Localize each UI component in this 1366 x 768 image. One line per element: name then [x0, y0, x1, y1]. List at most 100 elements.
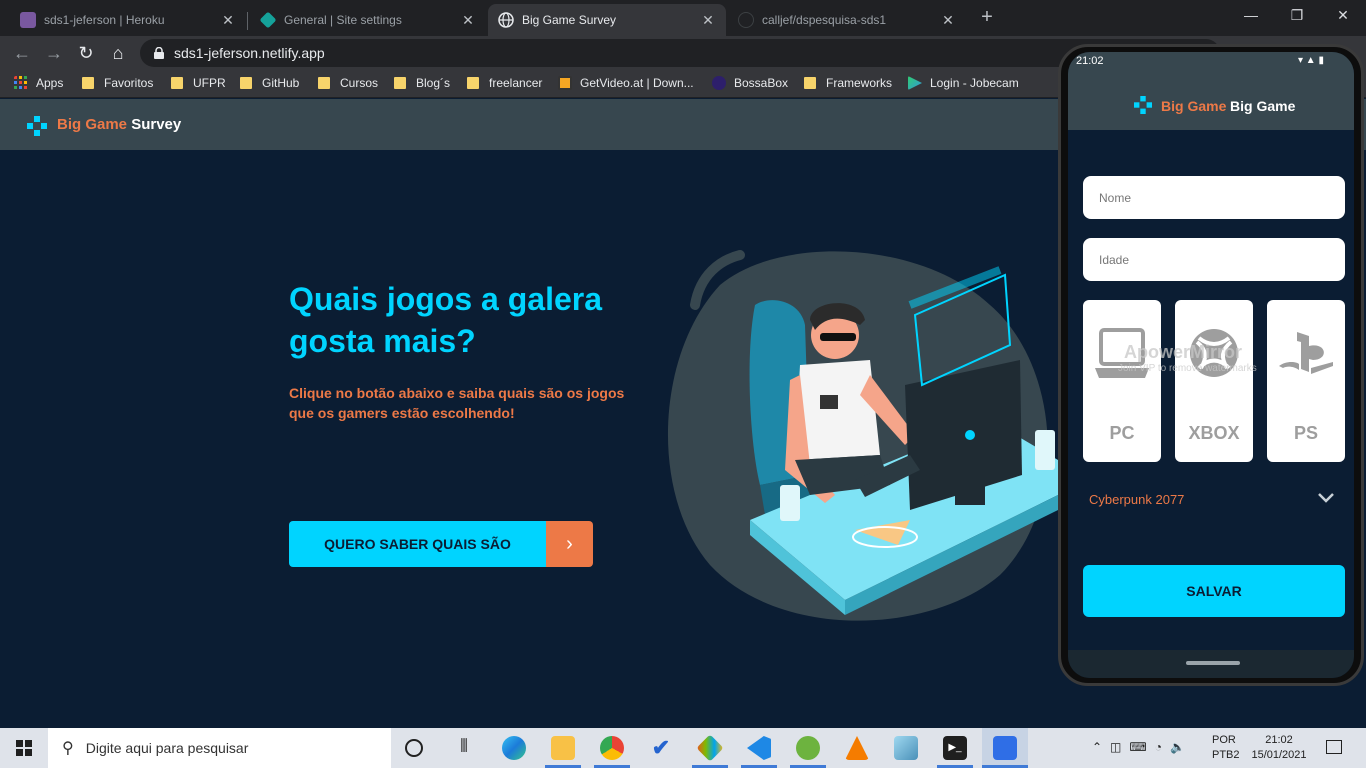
selected-game: Cyberpunk 2077	[1089, 492, 1185, 507]
phone-time: 21:02	[1076, 55, 1104, 67]
restore-icon[interactable]: ❐	[1274, 0, 1320, 30]
url-text: sds1-jeferson.netlify.app	[174, 45, 325, 61]
platform-card-pc[interactable]: PC	[1083, 300, 1161, 462]
close-icon[interactable]: ✕	[940, 12, 956, 29]
tab-netlify[interactable]: General | Site settings ✕	[250, 4, 486, 36]
windows-start-icon[interactable]	[16, 740, 32, 756]
browser-tab-strip: sds1-jeferson | Heroku ✕ General | Site …	[0, 0, 1366, 36]
apowermirror-icon[interactable]	[993, 736, 1017, 760]
phone-logo-white: Big Game	[1230, 98, 1296, 114]
globe-icon	[498, 12, 514, 28]
close-window-icon[interactable]: ✕	[1320, 0, 1366, 30]
phone-logo-orange: Big Game	[1161, 98, 1227, 114]
chevron-right-icon: ›	[546, 521, 593, 567]
jobecam-icon	[908, 76, 922, 90]
system-tray-icons[interactable]: ⌃◫⌨◔🔈	[1092, 740, 1193, 754]
search-icon: ⚲	[62, 740, 74, 757]
gamepad-logo-icon	[27, 116, 47, 136]
bookmark-blogs[interactable]: Blog´s	[394, 76, 450, 90]
cta-label: QUERO SABER QUAIS SÃO	[289, 521, 546, 567]
bookmark-freelancer[interactable]: freelancer	[467, 76, 542, 90]
signal-wifi-battery-icon: ▾ ▲ ▮	[1298, 55, 1324, 66]
gamer-illustration	[667, 250, 1058, 621]
bookmark-bossabox[interactable]: BossaBox	[712, 76, 788, 90]
search-placeholder: Digite aqui para pesquisar	[85, 740, 249, 756]
folder-icon	[171, 77, 183, 89]
input-language[interactable]: POR PTB2	[1212, 733, 1240, 763]
cortana-icon[interactable]	[405, 739, 423, 757]
age-input[interactable]: Idade	[1083, 238, 1345, 281]
vscode-icon[interactable]	[747, 736, 771, 760]
notifications-icon[interactable]	[1326, 740, 1342, 754]
lock-icon	[154, 47, 164, 59]
home-gesture-handle[interactable]	[1186, 661, 1240, 665]
terminal-icon[interactable]: ▶_	[943, 736, 967, 760]
close-icon[interactable]: ✕	[700, 12, 716, 29]
phone-app-header: Big Game Big Game	[1068, 72, 1354, 130]
phone-screen: 21:02 ▾ ▲ ▮ Big Game Big Game Nome Idade…	[1068, 52, 1354, 678]
tab-title: Big Game Survey	[522, 13, 617, 27]
taskbar-search-box[interactable]: ⚲ Digite aqui para pesquisar	[48, 728, 391, 768]
bookmark-github[interactable]: GitHub	[240, 76, 299, 90]
platform-card-xbox[interactable]: XBOX	[1175, 300, 1253, 462]
new-tab-button[interactable]: +	[976, 6, 998, 28]
edge-icon[interactable]	[502, 736, 526, 760]
minimize-icon[interactable]: —	[1228, 0, 1274, 30]
tab-title: General | Site settings	[284, 13, 402, 27]
platform-card-ps[interactable]: PS	[1267, 300, 1345, 462]
heroku-icon	[20, 12, 36, 28]
bookmark-apps[interactable]: Apps	[14, 76, 63, 90]
address-bar[interactable]: sds1-jeferson.netlify.app	[140, 39, 1220, 67]
tab-big-game-survey[interactable]: Big Game Survey ✕	[488, 4, 726, 36]
folder-icon	[394, 77, 406, 89]
bookmark-jobecam[interactable]: Login - Jobecam	[908, 76, 1019, 90]
todo-icon[interactable]: ✔	[649, 736, 673, 760]
bookmark-getvideo[interactable]: GetVideo.at | Down...	[558, 76, 694, 90]
vlc-icon[interactable]	[845, 736, 869, 760]
gamepad-logo-icon	[1134, 96, 1152, 114]
task-view-icon[interactable]: ⫴	[452, 736, 476, 760]
forward-icon[interactable]: →	[42, 41, 66, 65]
phone-status-bar: 21:02 ▾ ▲ ▮	[1068, 52, 1354, 72]
name-input[interactable]: Nome	[1083, 176, 1345, 219]
save-button[interactable]: SALVAR	[1083, 565, 1345, 617]
bookmark-ufpr[interactable]: UFPR	[171, 76, 226, 90]
github-icon	[738, 12, 754, 28]
spring-icon[interactable]	[796, 736, 820, 760]
tab-title: calljef/dspesquisa-sds1	[762, 13, 887, 27]
hero-title: Quais jogos a galera gosta mais?	[289, 281, 602, 359]
taskbar-clock[interactable]: 21:02 15/01/2021	[1248, 733, 1310, 763]
tab-github[interactable]: calljef/dspesquisa-sds1 ✕	[728, 4, 966, 36]
site-logo[interactable]: Big Game Survey	[57, 116, 181, 133]
reload-icon[interactable]: ↻	[74, 41, 98, 65]
phone-nav-bar	[1068, 650, 1354, 678]
hero-subtitle: Clique no botão abaixo e saiba quais são…	[289, 385, 625, 421]
game-select[interactable]: Cyberpunk 2077	[1089, 492, 1339, 512]
app-icon[interactable]	[696, 734, 724, 762]
watermark-subtitle: Join VIP to remove watermarks	[1118, 363, 1257, 374]
close-icon[interactable]: ✕	[220, 12, 236, 29]
home-icon[interactable]: ⌂	[106, 41, 130, 65]
back-icon[interactable]: ←	[10, 41, 34, 65]
chrome-icon[interactable]	[600, 736, 624, 760]
tab-heroku[interactable]: sds1-jeferson | Heroku ✕	[10, 4, 246, 36]
netlify-icon	[259, 11, 277, 29]
bookmark-favoritos[interactable]: Favoritos	[82, 76, 153, 90]
folder-icon	[82, 77, 94, 89]
windows-taskbar: ⚲ Digite aqui para pesquisar ⫴ ✔ ▶_ ⌃◫⌨◔…	[0, 728, 1366, 768]
watermark-title: ApowerMirror	[1124, 342, 1243, 362]
platform-label: XBOX	[1188, 423, 1240, 443]
cta-button[interactable]: QUERO SABER QUAIS SÃO ›	[289, 521, 593, 567]
close-icon[interactable]: ✕	[460, 12, 476, 29]
logo-white-text: Survey	[131, 116, 182, 133]
app-icon[interactable]	[894, 736, 918, 760]
folder-icon	[467, 77, 479, 89]
folder-icon	[318, 77, 330, 89]
folder-icon	[804, 77, 816, 89]
getvideo-icon	[558, 76, 572, 90]
file-explorer-icon[interactable]	[551, 736, 575, 760]
bookmark-frameworks[interactable]: Frameworks	[804, 76, 892, 90]
platform-label: PC	[1109, 423, 1135, 443]
platform-label: PS	[1293, 423, 1318, 443]
bookmark-cursos[interactable]: Cursos	[318, 76, 378, 90]
